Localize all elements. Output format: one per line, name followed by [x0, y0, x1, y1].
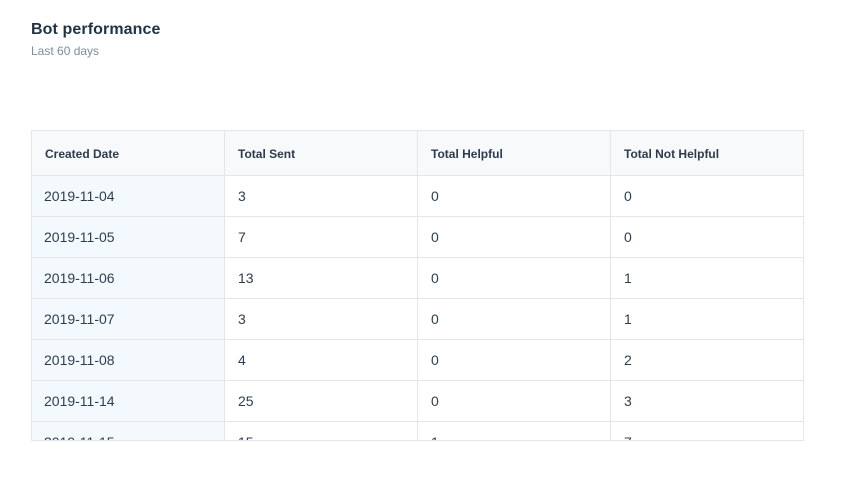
created-date-cell: 2019-11-08 [32, 339, 225, 381]
total-helpful-cell: 1 [417, 421, 611, 440]
report-title: Bot performance [31, 21, 161, 38]
total-sent-cell: 15 [224, 421, 418, 440]
total-not-helpful-cell: 2 [610, 339, 803, 381]
created-date-cell: 2019-11-07 [32, 298, 225, 340]
table-row: 2019-11-07 3 0 1 [32, 298, 803, 340]
total-not-helpful-cell: 7 [610, 421, 803, 440]
report-table-container[interactable]: Created Date Total Sent Total Helpful To… [31, 130, 804, 441]
total-helpful-cell: 0 [417, 257, 611, 299]
column-header-total-helpful[interactable]: Total Helpful [417, 131, 611, 176]
report-subtitle: Last 60 days [31, 44, 100, 58]
table-row: 2019-11-15 15 1 7 [32, 421, 803, 440]
total-sent-cell: 3 [224, 298, 418, 340]
total-helpful-cell: 0 [417, 380, 611, 422]
total-not-helpful-cell: 0 [610, 216, 803, 258]
table-row: 2019-11-14 25 0 3 [32, 380, 803, 422]
created-date-cell: 2019-11-06 [32, 257, 225, 299]
column-header-total-sent[interactable]: Total Sent [224, 131, 418, 176]
total-sent-cell: 3 [224, 175, 418, 217]
report-table: Created Date Total Sent Total Helpful To… [32, 131, 803, 440]
column-header-total-not-helpful[interactable]: Total Not Helpful [610, 131, 803, 176]
table-row: 2019-11-06 13 0 1 [32, 257, 803, 299]
total-helpful-cell: 0 [417, 216, 611, 258]
total-helpful-cell: 0 [417, 339, 611, 381]
report-header: Bot performance Last 60 days [31, 20, 161, 58]
table-row: 2019-11-05 7 0 0 [32, 216, 803, 258]
created-date-cell: 2019-11-05 [32, 216, 225, 258]
total-sent-cell: 25 [224, 380, 418, 422]
total-sent-cell: 7 [224, 216, 418, 258]
total-not-helpful-cell: 0 [610, 175, 803, 217]
column-header-created-date[interactable]: Created Date [32, 131, 225, 176]
total-not-helpful-cell: 1 [610, 257, 803, 299]
created-date-cell: 2019-11-04 [32, 175, 225, 217]
total-not-helpful-cell: 1 [610, 298, 803, 340]
created-date-cell: 2019-11-14 [32, 380, 225, 422]
total-sent-cell: 4 [224, 339, 418, 381]
total-helpful-cell: 0 [417, 298, 611, 340]
total-helpful-cell: 0 [417, 175, 611, 217]
table-row: 2019-11-08 4 0 2 [32, 339, 803, 381]
total-not-helpful-cell: 3 [610, 380, 803, 422]
table-row: 2019-11-04 3 0 0 [32, 175, 803, 217]
table-header-row: Created Date Total Sent Total Helpful To… [32, 131, 803, 176]
total-sent-cell: 13 [224, 257, 418, 299]
created-date-cell: 2019-11-15 [32, 421, 225, 440]
